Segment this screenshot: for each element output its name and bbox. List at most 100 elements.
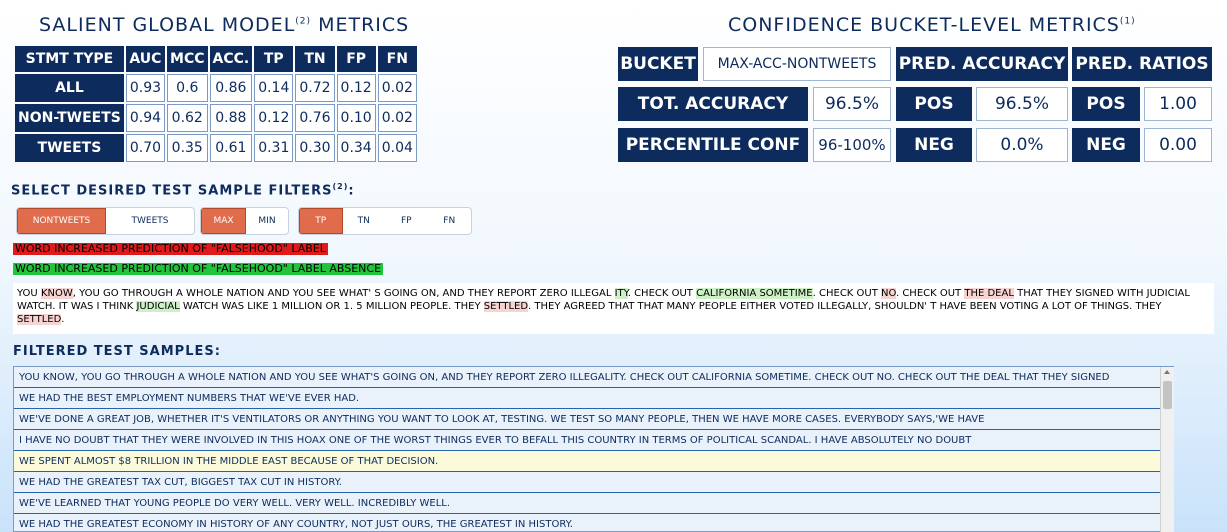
word-highlight-falsehood: THE DEAL [964,288,1014,299]
sample-text-segment: WATCH WAS LIKE 1 MILLION OR 1. 5 MILLION… [179,301,484,312]
filter-max-button[interactable]: MAX [201,208,246,234]
neg-accuracy-value: 0.0% [976,128,1068,162]
metrics-value-cell: 0.34 [336,134,376,162]
list-item[interactable]: I HAVE NO DOUBT THAT THEY WERE INVOLVED … [14,430,1173,451]
global-metrics-table: STMT TYPE AUC MCC ACC. TP TN FP FN ALL 0.93 0.6 0.… [13,44,419,164]
metrics-value-cell: 0.04 [377,134,417,162]
metrics-value-cell: 0.93 [125,74,166,102]
outcome-toggle: TP TN FP FN [298,207,472,235]
word-highlight-absence: ITY [614,288,628,299]
metrics-value-cell: 0.35 [167,134,208,162]
filter-tweets-button[interactable]: TWEETS [106,208,194,234]
filtered-samples-list: YOU KNOW, YOU GO THROUGH A WHOLE NATION … [13,366,1174,532]
metrics-value-cell: 0.14 [254,74,294,102]
global-metrics-title-text: Salient Global Model [39,14,296,36]
metrics-row-label: TWEETS [15,134,124,162]
pos-ratio-label: POS [1072,87,1140,121]
list-item[interactable]: WE'VE LEARNED THAT YOUNG PEOPLE DO VERY … [14,493,1173,514]
legend-falsehood-absence: WORD INCREASED PREDICTION OF "FALSEHOOD"… [13,262,384,275]
sample-text-segment: YOU [17,288,41,299]
pred-accuracy-header: PRED. ACCURACY [896,47,1068,81]
global-metrics-title-rest: Metrics [318,14,410,36]
sample-text-segment: . THEY AGREED THAT THAT MANY PEOPLE EITH… [528,301,1162,312]
metrics-value-cell: 0.12 [336,74,376,102]
metrics-header-cell: MCC [167,46,208,72]
filter-fp-button[interactable]: FP [385,208,428,234]
metrics-header-cell: TN [295,46,335,72]
bucket-label: BUCKET [618,47,698,81]
filters-title-text: Select Desired Test Sample Filters [11,183,333,199]
word-highlight-falsehood: SETTLED [483,301,529,312]
filters-title-sup: (2) [332,182,349,191]
filter-fn-button[interactable]: FN [428,208,471,234]
confidence-toggle: MAX MIN [200,207,289,235]
word-highlight-absence: JUDICIAL [136,301,180,312]
sample-text-segment: . CHECK OUT [627,288,697,299]
list-item[interactable]: WE HAD THE BEST EMPLOYMENT NUMBERS THAT … [14,388,1173,409]
legend-falsehood: WORD INCREASED PREDICTION OF "FALSEHOOD"… [13,242,328,255]
confidence-title-sup: (1) [1119,16,1136,27]
word-highlight-falsehood: NO [881,288,896,299]
sample-text-segment: . [61,314,65,325]
metrics-header-cell: STMT TYPE [15,46,124,72]
metrics-value-cell: 0.02 [377,74,417,102]
filters-title-colon: : [348,183,355,199]
filter-nontweets-button[interactable]: NONTWEETS [17,208,106,234]
metrics-value-cell: 0.31 [254,134,294,162]
metrics-value-cell: 0.76 [295,104,335,132]
word-highlight-absence: CALIFORNIA SOMETIME [696,288,813,299]
metrics-value-cell: 0.30 [295,134,335,162]
percentile-conf-value: 96-100% [813,128,891,162]
filter-tn-button[interactable]: TN [343,208,386,234]
metrics-row: TWEETS 0.70 0.35 0.61 0.31 0.30 0.34 0.04 [15,134,417,162]
confidence-title-text: Confidence Bucket-Level Metrics [728,14,1120,36]
neg-ratio-label: NEG [1072,128,1140,162]
sample-text-segment: . CHECK OUT [812,288,882,299]
list-item[interactable]: WE HAD THE GREATEST TAX CUT, BIGGEST TAX… [14,472,1173,493]
metrics-value-cell: 0.86 [209,74,253,102]
metrics-value-cell: 0.10 [336,104,376,132]
list-item[interactable]: YOU KNOW, YOU GO THROUGH A WHOLE NATION … [14,367,1173,388]
filter-min-button[interactable]: MIN [246,208,288,234]
metrics-value-cell: 0.61 [209,134,253,162]
tot-accuracy-value: 96.5% [813,87,891,121]
highlighted-sample-text: YOU KNOW, YOU GO THROUGH A WHOLE NATION … [13,283,1214,334]
word-highlight-falsehood: SETTLED [17,314,62,325]
sample-text-segment: . CHECK OUT [895,288,965,299]
tot-accuracy-label: TOT. ACCURACY [618,87,808,121]
list-item[interactable]: WE SPENT ALMOST $8 TRILLION IN THE MIDDL… [14,451,1173,472]
scroll-thumb[interactable] [1163,381,1172,409]
metrics-row-label: ALL [15,74,124,102]
filter-tp-button[interactable]: TP [299,208,343,234]
pos-ratio-value: 1.00 [1144,87,1212,121]
metrics-value-cell: 0.88 [209,104,253,132]
metrics-header-cell: AUC [125,46,166,72]
word-highlight-falsehood: KNOW [40,288,73,299]
metrics-row-label: NON-TWEETS [15,104,124,132]
metrics-value-cell: 0.02 [377,104,417,132]
metrics-value-cell: 0.70 [125,134,166,162]
pred-ratios-header: PRED. RATIOS [1072,47,1212,81]
bucket-select[interactable]: MAX-ACC-NONTWEETS [703,47,891,81]
metrics-header-cell: ACC. [209,46,253,72]
statement-type-toggle: NONTWEETS TWEETS [16,207,195,235]
pos-accuracy-value: 96.5% [976,87,1068,121]
metrics-value-cell: 0.72 [295,74,335,102]
metrics-value-cell: 0.62 [167,104,208,132]
percentile-conf-label: PERCENTILE CONF [618,128,808,162]
metrics-header-cell: TP [254,46,294,72]
pos-label: POS [896,87,972,121]
metrics-header-cell: FN [377,46,417,72]
metrics-value-cell: 0.6 [167,74,208,102]
metrics-row: ALL 0.93 0.6 0.86 0.14 0.72 0.12 0.02 [15,74,417,102]
list-scrollbar[interactable] [1160,367,1174,532]
neg-ratio-value: 0.00 [1144,128,1212,162]
scroll-up-icon[interactable] [1164,370,1170,374]
confidence-metrics-title: Confidence Bucket-Level Metrics(1) [728,14,1136,36]
list-item[interactable]: WE HAD THE GREATEST ECONOMY IN HISTORY O… [14,514,1173,531]
list-item[interactable]: WE'VE DONE A GREAT JOB, WHETHER IT'S VEN… [14,409,1173,430]
metrics-value-cell: 0.12 [254,104,294,132]
metrics-row: NON-TWEETS 0.94 0.62 0.88 0.12 0.76 0.10 0.02 [15,104,417,132]
neg-label: NEG [896,128,972,162]
global-metrics-title-sup: (2) [295,16,312,27]
